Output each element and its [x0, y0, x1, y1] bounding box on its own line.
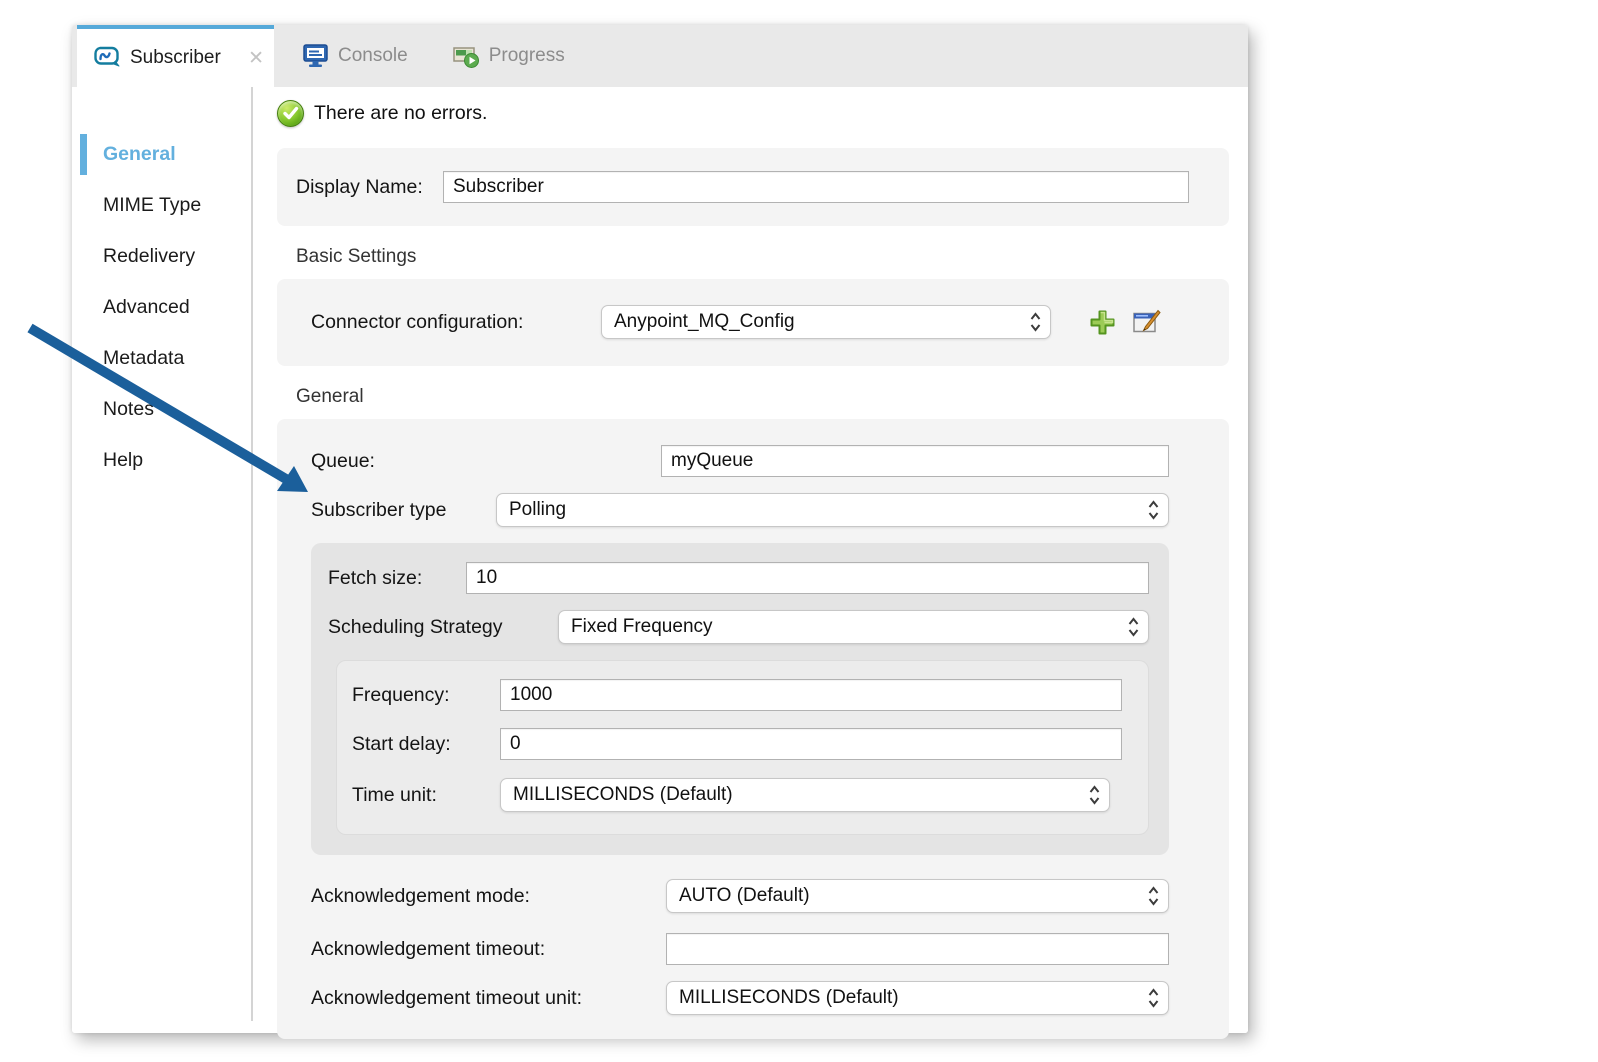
tab-console-label: Console: [338, 45, 408, 67]
sidebar-item-label: Advanced: [103, 296, 190, 319]
display-name-label: Display Name:: [296, 176, 443, 199]
field-row-frequency: Frequency:: [352, 679, 1122, 711]
connector-configuration-value: Anypoint_MQ_Config: [614, 311, 795, 333]
console-icon: [302, 43, 329, 69]
acknowledgement-mode-label: Acknowledgement mode:: [311, 885, 666, 908]
display-name-input[interactable]: [443, 171, 1189, 203]
queue-label: Queue:: [311, 450, 661, 473]
display-name-panel: Display Name:: [277, 148, 1229, 226]
polling-settings-panel: Fetch size: Scheduling Strategy Fixed Fr…: [311, 543, 1169, 855]
queue-input[interactable]: [661, 445, 1169, 477]
sidebar-item-label: General: [103, 143, 176, 166]
fetch-size-label: Fetch size:: [328, 567, 466, 590]
sidebar-item-label: MIME Type: [103, 194, 201, 217]
general-title: General: [296, 386, 1229, 408]
acknowledgement-timeout-label: Acknowledgement timeout:: [311, 938, 666, 961]
editor-tabbar: Subscriber ✕ Console: [72, 25, 1248, 87]
scheduling-strategy-label: Scheduling Strategy: [328, 616, 558, 639]
start-delay-label: Start delay:: [352, 733, 500, 756]
edit-window-pencil-icon: [1131, 307, 1162, 338]
acknowledgement-timeout-unit-select[interactable]: MILLISECONDS (Default): [666, 981, 1169, 1015]
time-unit-label: Time unit:: [352, 784, 500, 807]
subscriber-type-label: Subscriber type: [311, 499, 496, 522]
fetch-size-input[interactable]: [466, 562, 1149, 594]
basic-settings-panel: Connector configuration: Anypoint_MQ_Con…: [277, 279, 1229, 366]
field-row-scheduling-strategy: Scheduling Strategy Fixed Frequency: [328, 610, 1149, 644]
frequency-label: Frequency:: [352, 684, 500, 707]
add-config-button[interactable]: [1087, 307, 1118, 338]
properties-sidebar: General MIME Type Redelivery Advanced Me…: [72, 87, 253, 1021]
chevron-updown-icon: [1088, 784, 1101, 806]
field-row-acknowledgement-timeout: Acknowledgement timeout:: [311, 933, 1169, 965]
subscriber-tab-icon: [91, 45, 121, 71]
field-row-connector-configuration: Connector configuration: Anypoint_MQ_Con…: [311, 305, 1229, 339]
green-plus-icon: [1087, 307, 1118, 338]
tab-console[interactable]: Console: [286, 25, 424, 87]
subscriber-type-value: Polling: [509, 499, 566, 521]
sidebar-item-label: Redelivery: [103, 245, 195, 268]
sidebar-item-redelivery[interactable]: Redelivery: [72, 231, 251, 282]
sidebar-item-metadata[interactable]: Metadata: [72, 333, 251, 384]
sidebar-item-help[interactable]: Help: [72, 435, 251, 486]
tab-close-icon[interactable]: ✕: [248, 47, 264, 70]
connector-configuration-select[interactable]: Anypoint_MQ_Config: [601, 305, 1051, 339]
field-row-acknowledgement-mode: Acknowledgement mode: AUTO (Default): [311, 879, 1169, 913]
properties-content: General MIME Type Redelivery Advanced Me…: [72, 87, 1248, 1033]
properties-window: Subscriber ✕ Console: [72, 25, 1248, 1033]
properties-form: There are no errors. Display Name: Basic…: [277, 87, 1229, 1039]
subscriber-type-select[interactable]: Polling: [496, 493, 1169, 527]
acknowledgement-mode-select[interactable]: AUTO (Default): [666, 879, 1169, 913]
chevron-updown-icon: [1147, 885, 1160, 907]
sidebar-item-label: Metadata: [103, 347, 184, 370]
active-indicator: [80, 134, 87, 175]
tab-subscriber-label: Subscriber: [130, 47, 221, 69]
status-message: There are no errors.: [314, 102, 487, 125]
fixed-frequency-panel: Frequency: Start delay: Time unit: MILLI…: [336, 660, 1149, 835]
start-delay-input[interactable]: [500, 728, 1122, 760]
chevron-updown-icon: [1147, 987, 1160, 1009]
scheduling-strategy-value: Fixed Frequency: [571, 616, 713, 638]
progress-icon: [452, 43, 480, 69]
sidebar-item-mime-type[interactable]: MIME Type: [72, 180, 251, 231]
field-row-queue: Queue:: [311, 445, 1169, 477]
acknowledgement-timeout-unit-value: MILLISECONDS (Default): [679, 987, 899, 1009]
chevron-updown-icon: [1127, 616, 1140, 638]
time-unit-select[interactable]: MILLISECONDS (Default): [500, 778, 1110, 812]
field-row-subscriber-type: Subscriber type Polling: [311, 493, 1169, 527]
tab-progress[interactable]: Progress: [436, 25, 581, 87]
acknowledgement-mode-value: AUTO (Default): [679, 885, 810, 907]
tab-subscriber[interactable]: Subscriber ✕: [77, 25, 274, 87]
field-row-display-name: Display Name:: [296, 171, 1189, 203]
acknowledgement-timeout-unit-label: Acknowledgement timeout unit:: [311, 987, 666, 1010]
field-row-fetch-size: Fetch size:: [328, 562, 1149, 594]
sidebar-item-notes[interactable]: Notes: [72, 384, 251, 435]
chevron-updown-icon: [1029, 311, 1042, 333]
basic-settings-title: Basic Settings: [296, 246, 1229, 268]
scheduling-strategy-select[interactable]: Fixed Frequency: [558, 610, 1149, 644]
sidebar-item-advanced[interactable]: Advanced: [72, 282, 251, 333]
edit-config-button[interactable]: [1131, 307, 1162, 338]
chevron-updown-icon: [1147, 499, 1160, 521]
field-row-start-delay: Start delay:: [352, 728, 1122, 760]
time-unit-value: MILLISECONDS (Default): [513, 784, 733, 806]
connector-configuration-label: Connector configuration:: [311, 311, 601, 334]
field-row-time-unit: Time unit: MILLISECONDS (Default): [352, 778, 1122, 812]
frequency-input[interactable]: [500, 679, 1122, 711]
sidebar-item-label: Help: [103, 449, 143, 472]
general-panel: Queue: Subscriber type Polling: [277, 419, 1229, 1039]
sidebar-item-general[interactable]: General: [72, 129, 251, 180]
tab-progress-label: Progress: [489, 45, 565, 67]
field-row-acknowledgement-timeout-unit: Acknowledgement timeout unit: MILLISECON…: [311, 981, 1169, 1015]
acknowledgement-timeout-input[interactable]: [666, 933, 1169, 965]
status-row: There are no errors.: [277, 100, 1229, 127]
no-errors-check-icon: [277, 100, 304, 127]
sidebar-item-label: Notes: [103, 398, 154, 421]
